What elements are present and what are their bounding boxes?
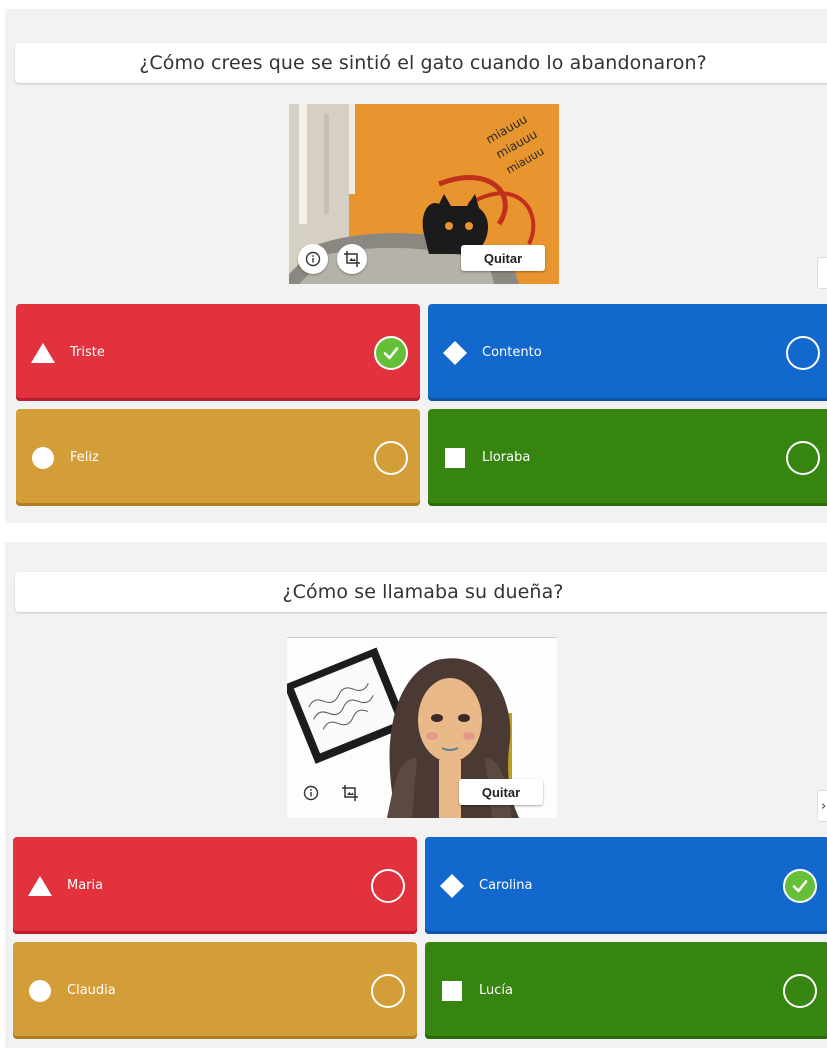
circle-icon	[30, 445, 56, 471]
remove-image-button[interactable]: Quitar	[461, 245, 545, 271]
diamond-icon	[439, 873, 465, 899]
correct-answer-toggle[interactable]	[374, 440, 408, 475]
answer-option-4[interactable]: Lloraba	[428, 409, 827, 506]
triangle-icon	[27, 873, 53, 899]
answer-text[interactable]: Carolina	[479, 878, 533, 893]
question-title[interactable]: ¿Cómo crees que se sintió el gato cuando…	[15, 43, 827, 83]
remove-image-button[interactable]: Quitar	[459, 779, 543, 805]
answer-option-4[interactable]: Lucía	[425, 942, 827, 1039]
crop-image-icon[interactable]	[337, 244, 367, 274]
triangle-icon	[30, 340, 56, 366]
answer-text[interactable]: Feliz	[70, 450, 99, 465]
answer-text[interactable]: Contento	[482, 345, 542, 360]
answer-option-3[interactable]: Feliz	[16, 409, 420, 506]
correct-answer-toggle[interactable]	[786, 335, 820, 370]
circle-icon	[27, 978, 53, 1004]
info-icon[interactable]	[296, 778, 326, 808]
correct-answer-toggle[interactable]	[371, 868, 405, 903]
question-title[interactable]: ¿Cómo se llamaba su dueña?	[15, 572, 827, 612]
answer-option-2[interactable]: Contento	[428, 304, 827, 401]
answer-text[interactable]: Lloraba	[482, 450, 530, 465]
answer-text[interactable]: Lucía	[479, 983, 513, 998]
info-icon[interactable]	[298, 244, 328, 274]
diamond-icon	[442, 340, 468, 366]
correct-answer-toggle[interactable]	[783, 973, 817, 1008]
checkmark-icon	[792, 879, 808, 892]
question-card-1: ¿Cómo crees que se sintió el gato cuando…	[5, 9, 827, 523]
answer-option-2[interactable]: Carolina	[425, 837, 827, 934]
answer-text[interactable]: Triste	[70, 345, 105, 360]
checkmark-icon	[383, 346, 399, 359]
correct-answer-toggle[interactable]	[783, 868, 817, 903]
answer-option-3[interactable]: Claudia	[13, 942, 417, 1039]
square-icon	[442, 445, 468, 471]
question-card-2: ¿Cómo se llamaba su dueña? Quitar › Mari…	[5, 542, 827, 1048]
question-image: miauuu miauuu miauuu Quitar	[289, 104, 559, 284]
side-tab[interactable]: ›	[817, 790, 827, 822]
side-tab[interactable]	[817, 257, 827, 289]
correct-answer-toggle[interactable]	[374, 335, 408, 370]
correct-answer-toggle[interactable]	[786, 440, 820, 475]
answer-option-1[interactable]: Triste	[16, 304, 420, 401]
answer-option-1[interactable]: Maria	[13, 837, 417, 934]
square-icon	[439, 978, 465, 1004]
question-image: Quitar	[287, 637, 557, 818]
answer-text[interactable]: Claudia	[67, 983, 116, 998]
crop-image-icon[interactable]	[335, 778, 365, 808]
answer-text[interactable]: Maria	[67, 878, 103, 893]
correct-answer-toggle[interactable]	[371, 973, 405, 1008]
